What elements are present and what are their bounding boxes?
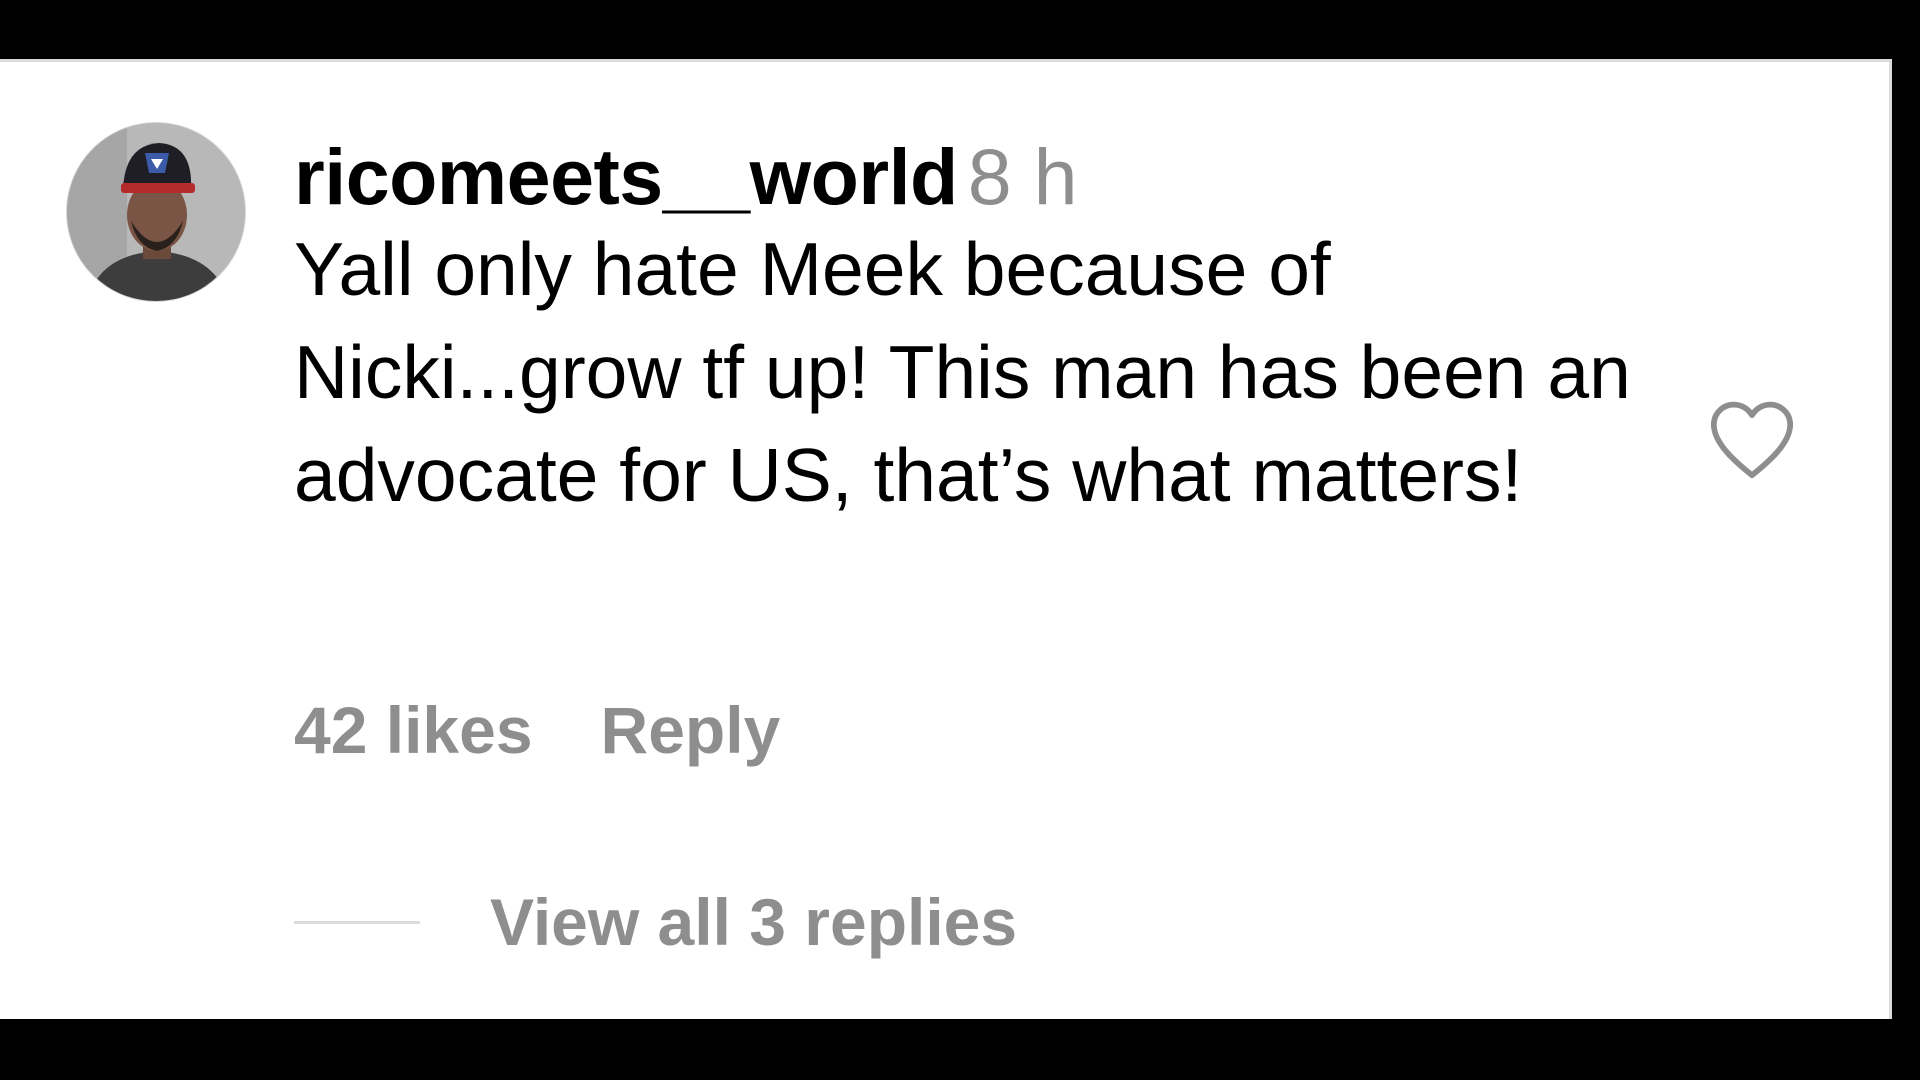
comment-timestamp: 8 h	[967, 132, 1078, 221]
view-replies-button[interactable]: View all 3 replies	[490, 884, 1017, 960]
username-link[interactable]: ricomeets__world	[294, 132, 958, 221]
comment-content: ricomeets__world 8 h Yall only hate Meek …	[294, 132, 1684, 527]
replies-divider	[294, 920, 420, 924]
comment-panel: ricomeets__world 8 h Yall only hate Meek …	[0, 59, 1892, 1019]
view-replies-row: View all 3 replies	[294, 882, 1017, 962]
like-count[interactable]: 42 likes	[294, 693, 533, 767]
comment-actions: 42 likes Reply	[294, 692, 780, 768]
heart-outline-icon[interactable]	[1706, 397, 1798, 481]
user-avatar-icon[interactable]	[66, 122, 246, 302]
reply-button[interactable]: Reply	[601, 693, 781, 767]
comment-header: ricomeets__world 8 h	[294, 132, 1684, 222]
screenshot-frame: ricomeets__world 8 h Yall only hate Meek …	[0, 0, 1920, 1080]
comment-text: Yall only hate Meek because of Nicki...g…	[294, 227, 1631, 517]
